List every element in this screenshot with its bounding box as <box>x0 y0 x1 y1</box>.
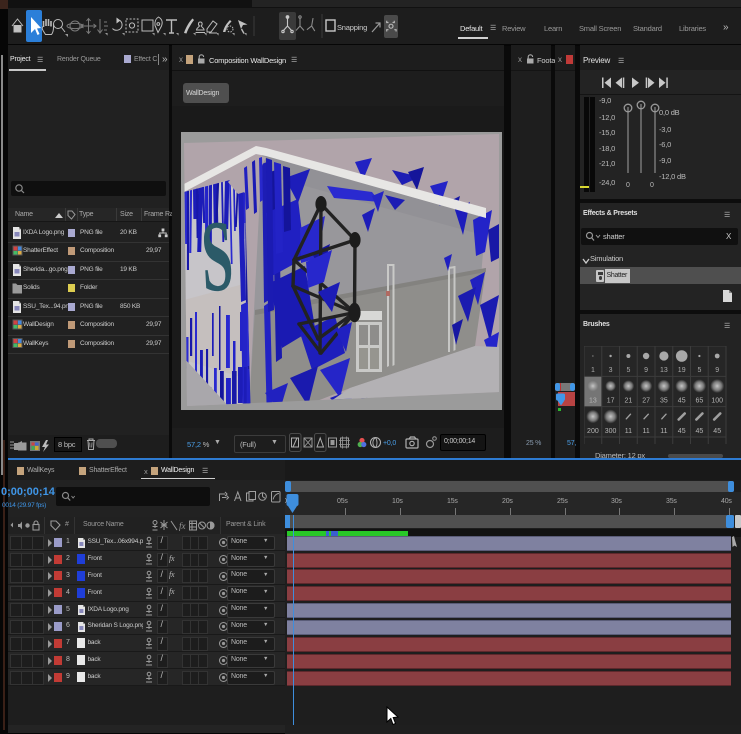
svg-text:300: 300 <box>605 428 617 435</box>
svg-text:35: 35 <box>660 398 668 405</box>
svg-text:45: 45 <box>696 428 704 435</box>
svg-text:9: 9 <box>644 367 648 374</box>
svg-text:45: 45 <box>678 428 686 435</box>
svg-text:5: 5 <box>626 367 630 374</box>
svg-text:19: 19 <box>678 367 686 374</box>
svg-text:11: 11 <box>660 428 667 435</box>
svg-text:100: 100 <box>711 398 723 405</box>
svg-text:45: 45 <box>678 398 686 405</box>
svg-text:11: 11 <box>625 428 632 435</box>
svg-text:17: 17 <box>607 398 615 405</box>
svg-text:13: 13 <box>589 398 597 405</box>
svg-text:fx: fx <box>179 521 186 531</box>
svg-text:45: 45 <box>713 428 721 435</box>
svg-text:11: 11 <box>642 428 649 435</box>
svg-text:13: 13 <box>660 367 668 374</box>
svg-text:21: 21 <box>625 398 633 405</box>
svg-text:3: 3 <box>609 367 613 374</box>
svg-text:27: 27 <box>642 398 650 405</box>
svg-text:200: 200 <box>587 428 599 435</box>
svg-text:9: 9 <box>715 367 719 374</box>
svg-text:S: S <box>199 199 236 313</box>
svg-text:5: 5 <box>697 367 701 374</box>
svg-text:1: 1 <box>591 367 595 374</box>
svg-text:65: 65 <box>696 398 704 405</box>
